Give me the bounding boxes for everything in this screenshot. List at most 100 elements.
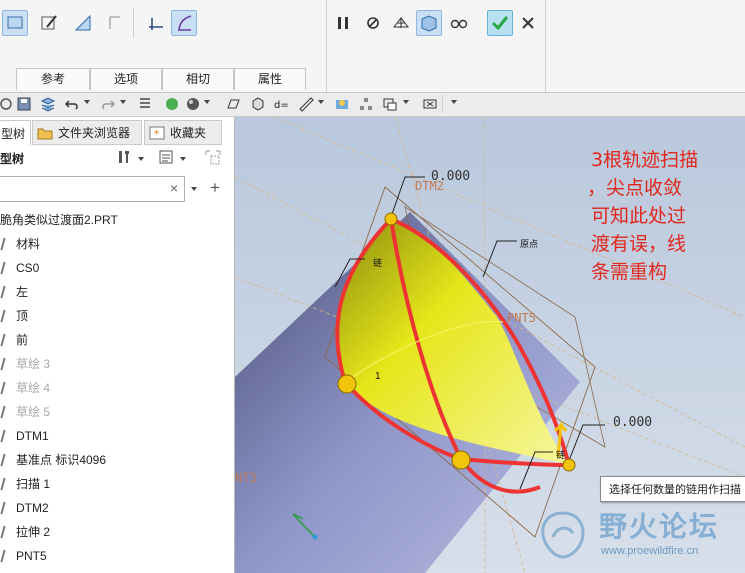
toolbar-more-dropdown-icon[interactable] [451, 100, 457, 104]
tab-folder-browser[interactable]: 文件夹浏览器 [32, 120, 142, 145]
box-icon[interactable] [250, 96, 266, 112]
tab-reference[interactable]: 参考 [16, 68, 90, 90]
datum-label-dtm2[interactable]: DTM2 [415, 179, 444, 193]
save-icon[interactable] [16, 96, 32, 112]
annotation-line: 3根轨迹扫描 [591, 149, 699, 171]
tree-item-label: 材料 [16, 237, 41, 251]
geometry-preview-icon[interactable] [416, 10, 442, 36]
pencil-icon[interactable] [36, 10, 62, 36]
tree-item[interactable]: 材料 [0, 233, 40, 255]
chain-label[interactable]: 链 [373, 256, 382, 269]
shading-dropdown-icon[interactable] [204, 100, 210, 104]
feature-icon [0, 286, 14, 298]
tree-item[interactable]: 顶 [0, 305, 28, 327]
ruler-icon[interactable] [298, 96, 314, 112]
tab-model-tree-label: 型树 [1, 126, 26, 141]
clear-search-icon[interactable]: × [170, 180, 178, 196]
tree-item[interactable]: PNT5 [0, 545, 47, 567]
search-input[interactable] [0, 176, 185, 202]
no-preview-icon[interactable] [360, 10, 386, 36]
tree-item[interactable]: 扫描 1 [0, 473, 50, 495]
ruler-dropdown-icon[interactable] [318, 100, 324, 104]
show-dropdown-icon[interactable] [180, 157, 186, 161]
feature-icon [0, 262, 14, 274]
direction-handle[interactable] [451, 450, 471, 470]
tree-item-label: 前 [16, 333, 29, 347]
tab-model-tree[interactable]: 型树 [0, 120, 31, 145]
feature-icon [0, 550, 14, 562]
regenerate-icon[interactable] [0, 96, 16, 112]
close-window-icon[interactable] [422, 96, 438, 112]
feature-icon [0, 238, 14, 250]
pause-icon[interactable] [330, 10, 356, 36]
rectangle-icon[interactable] [102, 10, 128, 36]
show-list-icon[interactable] [158, 149, 174, 165]
settings-tools-icon[interactable] [116, 149, 132, 165]
datum-label-nt3[interactable]: NT3 [235, 471, 257, 485]
redo-icon[interactable] [100, 96, 116, 112]
watermark-title: 野火论坛 [599, 510, 720, 543]
tree-item[interactable]: 前 [0, 329, 28, 351]
add-icon[interactable]: + [210, 178, 220, 198]
layers-icon[interactable] [40, 96, 56, 112]
annotation-line: 条需重构 [591, 261, 668, 283]
tab-properties[interactable]: 属性 [234, 68, 306, 90]
ok-check-icon[interactable] [487, 10, 513, 36]
appearance-sphere-icon[interactable] [164, 96, 180, 112]
glasses-icon[interactable] [446, 10, 472, 36]
origin-label[interactable]: 原点 [520, 237, 538, 250]
tab-tangency[interactable]: 相切 [162, 68, 234, 90]
tree-item-label: 草绘 5 [16, 405, 51, 419]
section-icon[interactable] [143, 10, 169, 36]
cancel-x-icon[interactable] [515, 10, 541, 36]
tree-item-label: 脆角类似过渡面2.PRT [0, 213, 118, 227]
mesh-preview-icon[interactable] [388, 10, 414, 36]
tab-options[interactable]: 选项 [90, 68, 162, 90]
tree-item[interactable]: 草绘 4 [0, 377, 50, 399]
tree-item[interactable]: DTM2 [0, 497, 49, 519]
separator [326, 0, 327, 92]
window-icon[interactable] [382, 96, 398, 112]
tree-item[interactable]: 左 [0, 281, 28, 303]
surface-icon[interactable] [2, 10, 28, 36]
coordinate-triad [312, 534, 318, 540]
tree-item[interactable]: 草绘 3 [0, 353, 50, 375]
annotation-line: 可知此处过 [591, 205, 687, 227]
leader-line [482, 240, 517, 278]
tab-favorites[interactable]: * 收藏夹 [144, 120, 222, 145]
dimension-right[interactable]: 0.000 [613, 415, 652, 430]
tree-item[interactable]: DTM1 [0, 425, 49, 447]
chain-number-label[interactable]: 1 [375, 371, 381, 382]
render-icon[interactable] [334, 96, 350, 112]
redo-dropdown-icon[interactable] [120, 100, 126, 104]
watermark-logo-icon [541, 511, 585, 559]
dimension-display-icon[interactable]: d= [273, 96, 289, 112]
shading-sphere-icon[interactable] [185, 96, 201, 112]
feature-icon [0, 454, 14, 466]
tree-item[interactable]: 拉伸 2 [0, 521, 50, 543]
plane-icon[interactable] [70, 10, 96, 36]
tree-item[interactable]: 草绘 5 [0, 401, 50, 423]
direction-handle[interactable] [337, 374, 357, 394]
search-dropdown-icon[interactable] [191, 187, 197, 191]
datum-label-pnt5[interactable]: PNT5 [507, 311, 536, 325]
plane-display-icon[interactable] [225, 96, 241, 112]
tree-item-label: 扫描 1 [16, 477, 51, 491]
tree-item[interactable]: CS0 [0, 257, 39, 279]
undo-icon[interactable] [64, 96, 80, 112]
trajectory-icon[interactable] [171, 10, 197, 36]
tree-structure-icon[interactable] [358, 96, 374, 112]
tree-item[interactable]: 脆角类似过渡面2.PRT [0, 209, 118, 231]
regen-list-icon[interactable] [137, 96, 153, 112]
undo-dropdown-icon[interactable] [84, 100, 90, 104]
filter-grid-icon[interactable] [204, 149, 222, 167]
tree-item[interactable]: 基准点 标识4096 [0, 449, 106, 471]
settings-dropdown-icon[interactable] [138, 157, 144, 161]
graphics-viewport[interactable]: 0.000 0.000 DTM2 PNT5 NT3 原点 链 链 1 3根轨迹扫… [235, 117, 745, 573]
control-point[interactable] [384, 212, 398, 226]
feature-icon [0, 430, 14, 442]
feature-icon [0, 382, 14, 394]
watermark: 野火论坛 www.proewildfire.cn [535, 503, 745, 569]
chain-label-right[interactable]: 链 [556, 448, 565, 461]
window-dropdown-icon[interactable] [403, 100, 409, 104]
